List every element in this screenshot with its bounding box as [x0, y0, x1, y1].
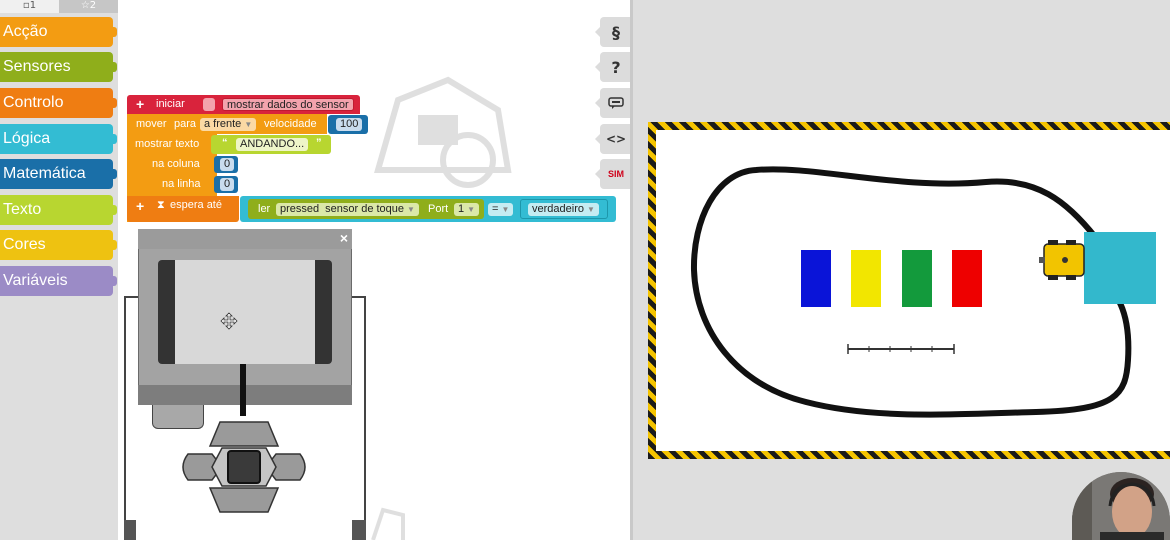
toolbox-tabs: ▫1 ☆2 — [0, 0, 118, 13]
port-value: 1 — [458, 203, 465, 215]
sim-scene — [690, 166, 1156, 418]
category-cores[interactable]: Cores — [0, 230, 117, 260]
category-logica[interactable]: Lógica — [0, 124, 117, 154]
row-value[interactable]: 0 — [220, 178, 235, 191]
toolbox-tab-2[interactable]: ☆2 — [59, 0, 118, 13]
show-sensor-checkbox[interactable] — [203, 98, 215, 111]
start-label: iniciar — [156, 98, 185, 110]
sim-color-block-green — [902, 250, 932, 307]
category-controlo[interactable]: Controlo — [0, 88, 117, 118]
read-label: ler — [258, 203, 271, 215]
open-quote-icon: “ — [222, 137, 228, 149]
toolbox: ▫1 ☆2 Acção Sensores Controlo Lógica Mat… — [0, 0, 118, 540]
hourglass-icon: ⧗ — [157, 199, 165, 211]
ev3-screen — [175, 260, 315, 364]
close-quote-icon: ” — [316, 137, 322, 149]
dropdown-arrow-icon: ▼ — [244, 120, 253, 129]
category-texto[interactable]: Texto — [0, 195, 117, 225]
robot-watermark-icon-2 — [371, 507, 405, 540]
sim-label: SIM — [607, 169, 624, 179]
velocity-label: velocidade — [264, 118, 317, 130]
dropdown-arrow-icon: ▼ — [586, 205, 595, 214]
dropdown-arrow-icon: ▼ — [407, 205, 415, 214]
sim-wall-obstacle — [1084, 232, 1156, 304]
sensor-mode-dropdown[interactable]: pressed sensor de toque ▼ — [276, 203, 419, 216]
start-plus-icon[interactable]: + — [136, 96, 144, 112]
comment-icon — [608, 97, 624, 109]
ev3-center-button[interactable] — [227, 450, 261, 484]
velocity-value[interactable]: 100 — [336, 118, 363, 131]
sim-color-block-yellow — [851, 250, 881, 307]
dropdown-arrow-icon: ▼ — [467, 205, 476, 214]
operator-dropdown[interactable]: = ▼ — [488, 203, 514, 216]
text-value[interactable]: ANDANDO... — [236, 138, 309, 151]
column-label: na coluna — [152, 158, 200, 170]
category-variaveis[interactable]: Variáveis — [0, 266, 117, 296]
dropdown-arrow-icon: ▼ — [501, 205, 510, 214]
port-dropdown[interactable]: 1 ▼ — [454, 203, 480, 216]
robot-watermark-icon — [374, 76, 512, 188]
ev3-cable — [240, 364, 246, 416]
close-icon[interactable]: × — [337, 231, 351, 245]
column-value[interactable]: 0 — [220, 158, 235, 171]
code-icon: § — [612, 22, 620, 42]
source-code-icon: <> — [605, 132, 627, 146]
comment-button[interactable] — [595, 88, 632, 118]
ev3-foot-left — [124, 520, 136, 540]
category-matematica[interactable]: Matemática — [0, 159, 117, 189]
ev3-down-button[interactable] — [208, 487, 280, 513]
show-sensor-data-label: mostrar dados do sensor — [222, 98, 354, 111]
direction-dropdown[interactable]: a frente ▼ — [200, 118, 257, 131]
ev3-foot-right — [352, 520, 366, 540]
code-view-button[interactable]: § — [595, 17, 632, 47]
sim-ruler — [847, 344, 955, 354]
sim-robot[interactable] — [1039, 240, 1085, 280]
ev3-brick-topbar — [138, 229, 352, 249]
show-text-label: mostrar texto — [135, 138, 200, 150]
bool-dropdown[interactable]: verdadeiro ▼ — [528, 203, 599, 216]
ev3-up-button[interactable] — [208, 421, 280, 447]
sensor-mode-value: pressed — [280, 203, 320, 215]
sim-color-block-blue — [801, 250, 831, 307]
category-sensores[interactable]: Sensores — [0, 52, 117, 82]
source-code-button[interactable]: <> — [595, 124, 632, 154]
sensor-type-value: sensor de toque — [325, 203, 405, 215]
toolbox-tab-1[interactable]: ▫1 — [0, 0, 59, 13]
help-icon: ? — [611, 57, 621, 77]
direction-value: a frente — [204, 118, 242, 130]
help-button[interactable]: ? — [595, 52, 632, 82]
port-label: Port — [428, 203, 449, 215]
operator-value: = — [492, 203, 499, 215]
sim-color-block-red — [952, 250, 982, 307]
ev3-button-pad — [182, 421, 306, 513]
wait-until-label: espera até — [170, 199, 222, 211]
category-accao[interactable]: Acção — [0, 17, 117, 47]
row-label: na linha — [162, 178, 201, 190]
move-label: mover — [136, 118, 167, 130]
para-label: para — [174, 118, 197, 130]
wait-plus-icon[interactable]: + — [136, 198, 144, 214]
sim-button[interactable]: SIM — [595, 159, 632, 189]
bool-value: verdadeiro — [532, 203, 584, 215]
move-cursor-icon — [220, 312, 238, 330]
